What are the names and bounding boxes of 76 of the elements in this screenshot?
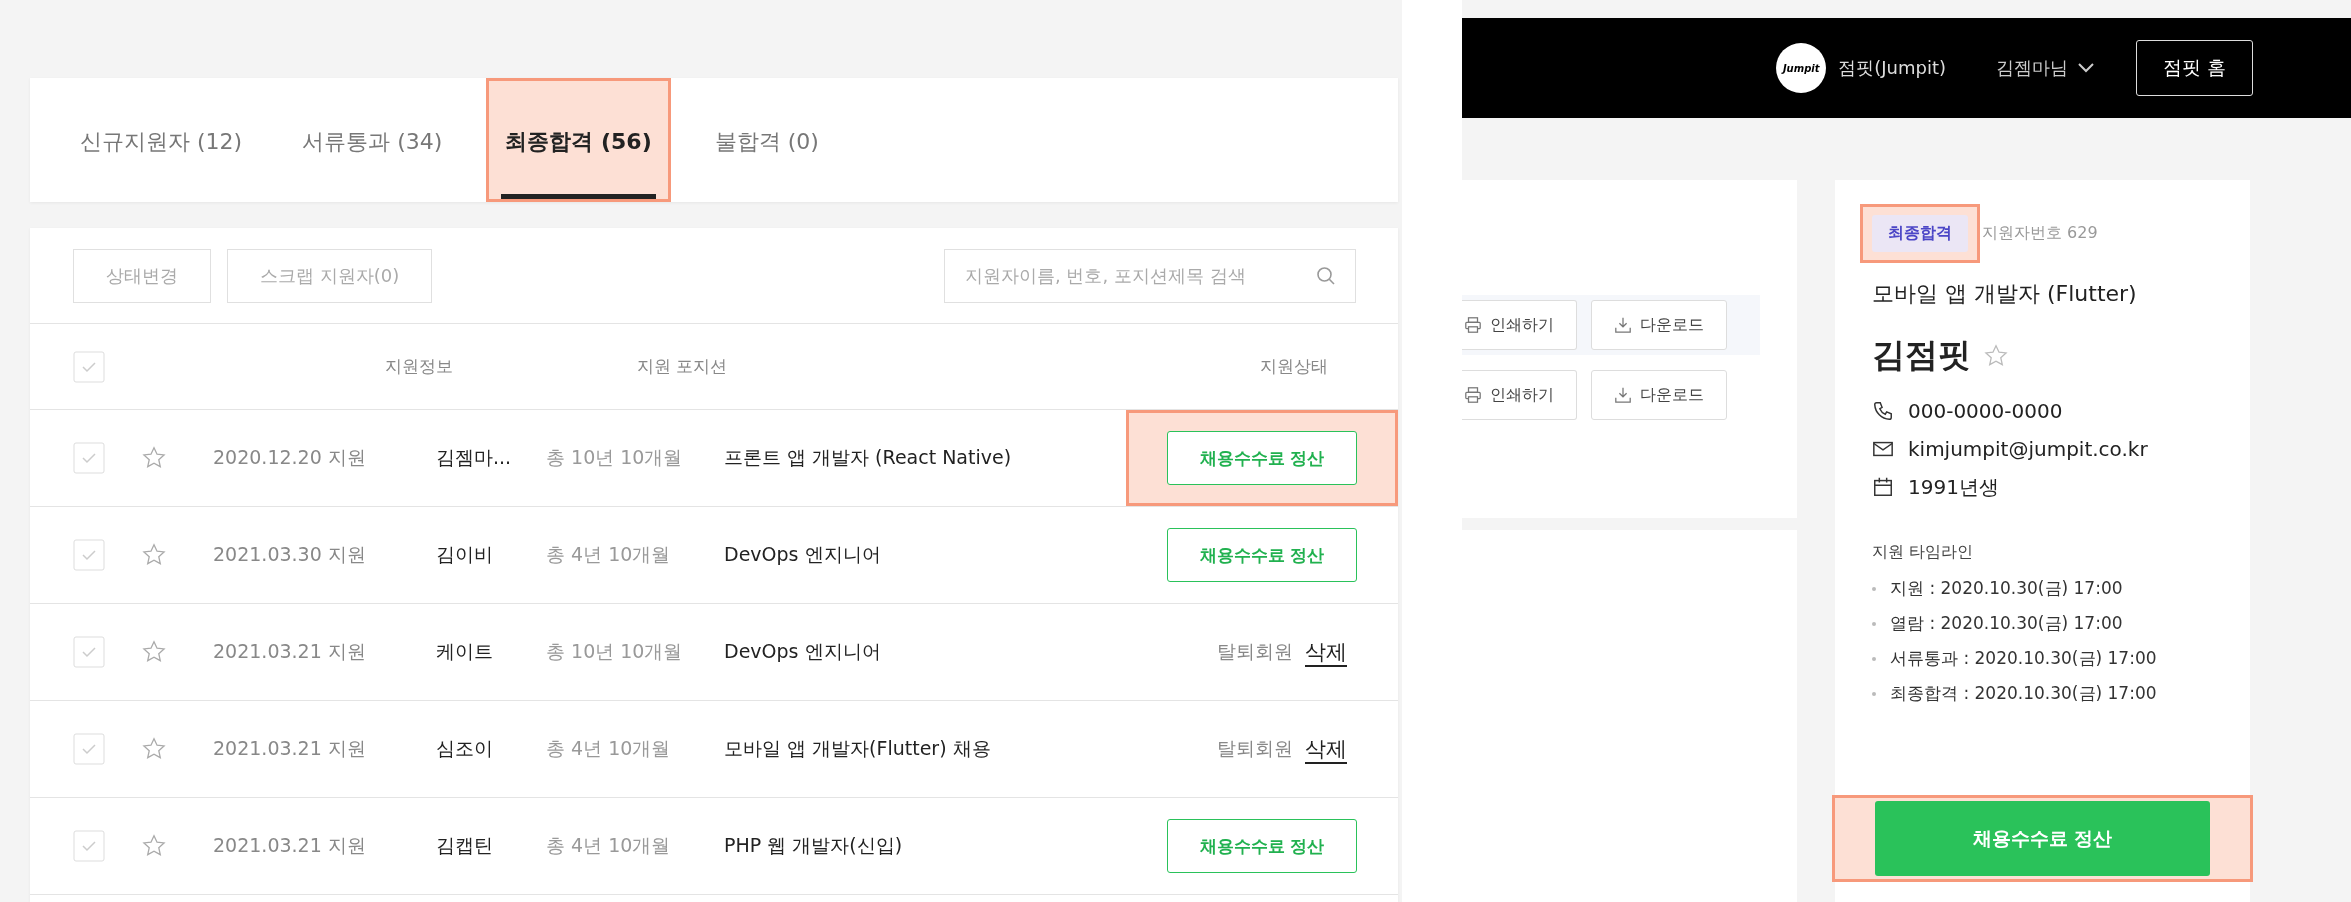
timeline-title: 지원 타임라인 <box>1872 542 1975 563</box>
status-text: 탈퇴회원 <box>1217 639 1293 664</box>
calendar-icon <box>1872 476 1894 498</box>
checkbox-icon[interactable] <box>73 442 105 474</box>
timeline-item: 서류통과 : 2020.10.30(금) 17:00 <box>1890 647 2157 670</box>
tab[interactable]: 최종합격 (56) <box>501 81 656 199</box>
position-text: DevOps 엔지니어 <box>724 542 881 567</box>
status-text: 탈퇴회원 <box>1217 736 1293 761</box>
position-title: 모바일 앱 개발자 (Flutter) <box>1872 280 2138 308</box>
service-name[interactable]: 점핏(Jumpit) <box>1838 56 1946 80</box>
delete-link[interactable]: 삭제 <box>1305 735 1347 763</box>
column-header: 지원 포지션 <box>637 355 729 378</box>
download-button[interactable]: 다운로드 <box>1591 300 1727 350</box>
apply-date: 2021.03.21 지원 <box>213 833 367 858</box>
logo[interactable]: Jumpit <box>1776 43 1827 93</box>
tab[interactable]: 서류통과 (34) <box>298 78 447 202</box>
applicant-name: 김이비 <box>436 542 494 567</box>
print-button[interactable]: 인쇄하기 <box>1462 300 1577 350</box>
birth-year: 1991년생 <box>1908 473 1999 501</box>
printer-icon <box>1464 316 1482 334</box>
checkbox-icon[interactable] <box>73 636 105 668</box>
home-button[interactable]: 점핏 홈 <box>2136 40 2253 96</box>
download-icon <box>1614 386 1632 404</box>
career-text: 총 10년 10개월 <box>546 445 684 470</box>
position-text: 프론트 앱 개발자 (React Native) <box>724 445 1012 470</box>
position-text: 모바일 앱 개발자(Flutter) 채용 <box>724 736 991 761</box>
timeline-item: 지원 : 2020.10.30(금) 17:00 <box>1890 577 2123 600</box>
applicant-name: 심조이 <box>436 736 494 761</box>
download-button[interactable]: 다운로드 <box>1591 370 1727 420</box>
applicant-name: 케이트 <box>436 639 494 664</box>
phone-icon <box>1872 400 1894 422</box>
career-text: 총 10년 10개월 <box>546 639 684 664</box>
column-header: 지원정보 <box>385 355 454 378</box>
career-text: 총 4년 10개월 <box>546 542 672 567</box>
user-menu[interactable]: 김젬마님 <box>1996 56 2068 80</box>
bullet-icon <box>1872 621 1876 626</box>
column-header: 지원상태 <box>1260 355 1328 378</box>
applicant-number: 지원자번호 629 <box>1982 223 2098 244</box>
applicant-name: 김캡틴 <box>436 833 494 858</box>
checkbox-icon[interactable] <box>73 733 105 765</box>
checkbox-icon[interactable] <box>73 350 105 383</box>
download-icon <box>1614 316 1632 334</box>
checkbox-icon[interactable] <box>73 830 105 862</box>
tab[interactable]: 불합격 (0) <box>710 78 823 202</box>
applicant-name: 김점핏 <box>1872 334 1971 376</box>
star-icon[interactable] <box>141 639 167 665</box>
bullet-icon <box>1872 586 1876 591</box>
career-text: 총 4년 10개월 <box>546 736 672 761</box>
phone-number: 000-0000-0000 <box>1908 399 2063 423</box>
star-icon[interactable] <box>141 542 167 568</box>
checkbox-icon[interactable] <box>73 539 105 571</box>
print-button[interactable]: 인쇄하기 <box>1462 370 1577 420</box>
apply-date: 2021.03.30 지원 <box>213 542 367 567</box>
apply-date: 2021.03.21 지원 <box>213 639 367 664</box>
applicant-name: 김젬마... <box>436 445 513 470</box>
status-badge: 최종합격 <box>1872 215 1968 252</box>
email-address: kimjumpit@jumpit.co.kr <box>1908 437 2148 461</box>
star-icon[interactable] <box>141 736 167 762</box>
bullet-icon <box>1872 691 1876 696</box>
tab[interactable]: 신규지원자 (12) <box>76 78 247 202</box>
timeline-item: 열람 : 2020.10.30(금) 17:00 <box>1890 612 2123 635</box>
search-icon <box>1316 265 1336 286</box>
star-icon[interactable] <box>141 833 167 859</box>
apply-date: 2020.12.20 지원 <box>213 445 367 470</box>
apply-date: 2021.03.21 지원 <box>213 736 367 761</box>
star-icon[interactable] <box>141 445 167 471</box>
delete-link[interactable]: 삭제 <box>1305 638 1347 666</box>
bullet-icon <box>1872 656 1876 661</box>
star-icon[interactable] <box>1983 342 2009 369</box>
search-field[interactable]: 지원자이름, 번호, 포지션제목 검색 <box>944 248 1356 303</box>
position-text: DevOps 엔지니어 <box>724 639 881 664</box>
printer-icon <box>1464 386 1482 404</box>
position-text: PHP 웹 개발자(신입) <box>724 833 903 858</box>
chevron-down-icon[interactable] <box>2078 63 2094 73</box>
timeline-item: 최종합격 : 2020.10.30(금) 17:00 <box>1890 682 2157 705</box>
career-text: 총 4년 10개월 <box>546 833 672 858</box>
